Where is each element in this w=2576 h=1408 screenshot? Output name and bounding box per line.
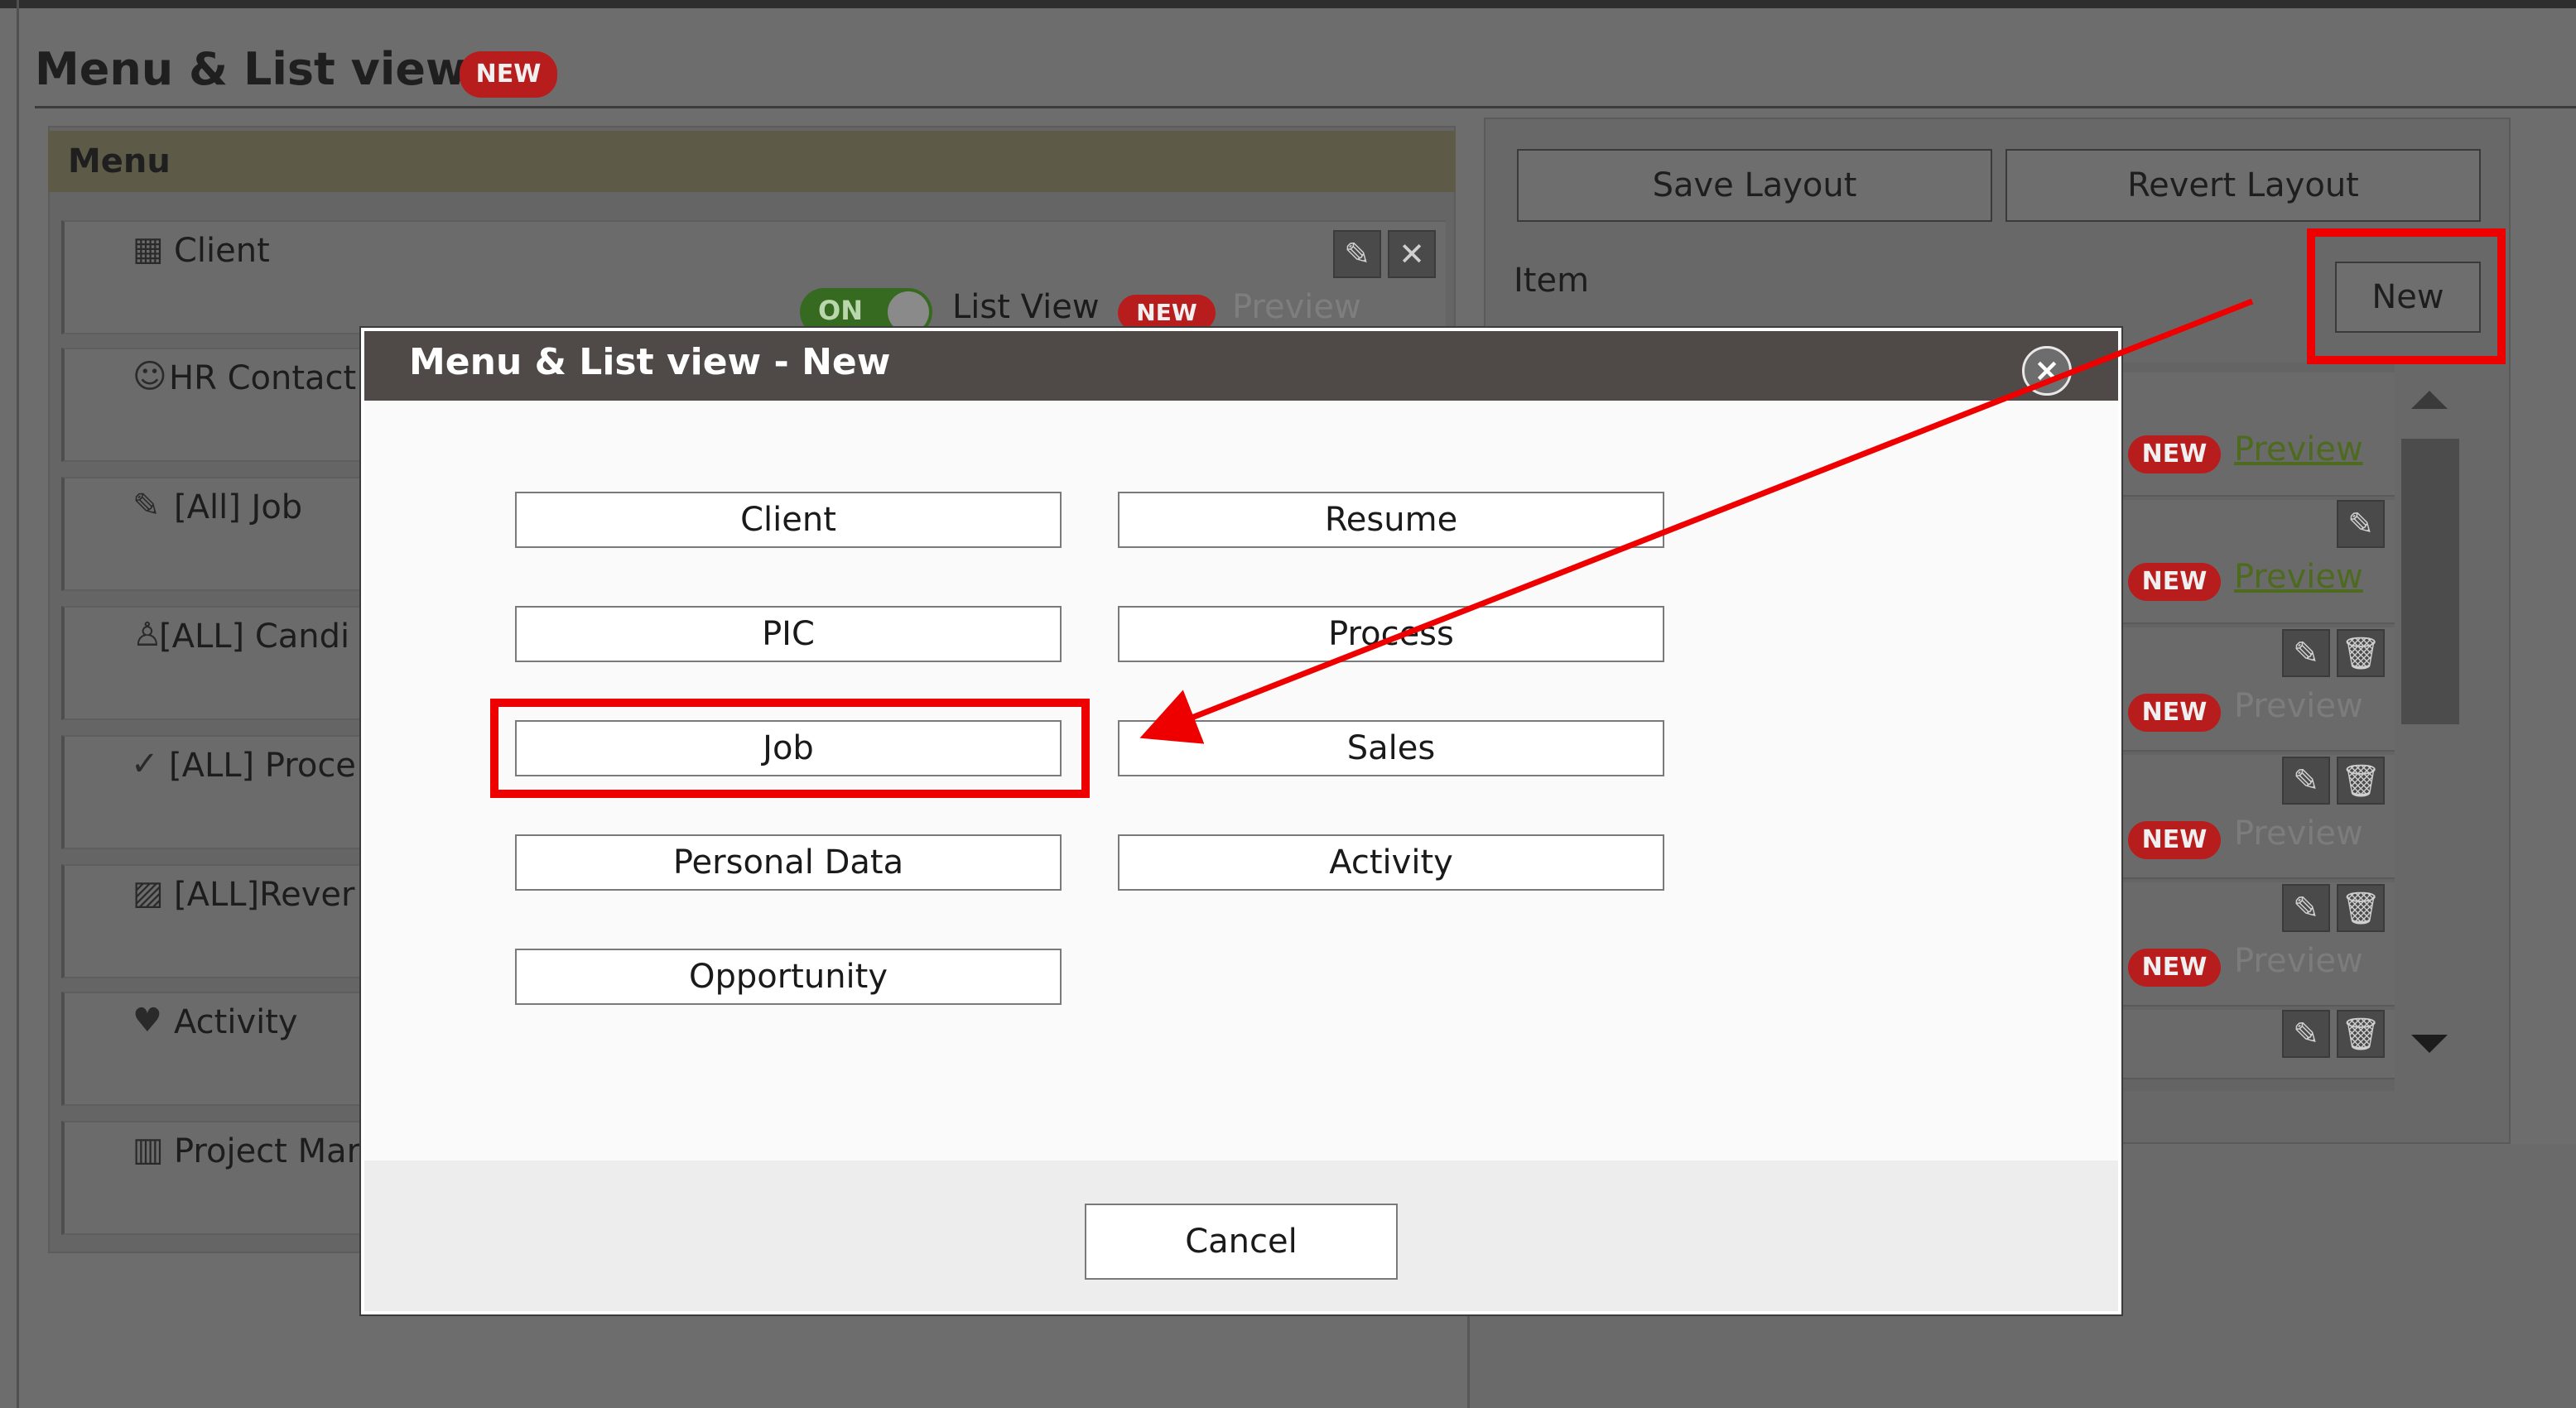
dialog-title: Menu & List view - New [409,341,891,383]
edit-icon[interactable]: ✎ [2337,500,2385,548]
menu-item-label: [ALL]Rever [174,876,355,914]
edit-icon[interactable]: ✎ [2282,629,2330,677]
edit-icon[interactable]: ✎ [2282,1010,2330,1058]
item-preview-link[interactable]: Preview [2234,430,2363,469]
title-new-badge: NEW [460,51,557,98]
note-icon: ✎ [132,487,161,525]
window-top-bar [0,0,2576,8]
page-title: Menu & List view [35,43,467,95]
edit-icon[interactable]: ✎ [2282,757,2330,805]
menu-item-label: Client [174,232,270,270]
menu-item-label: [ALL] Candi [159,618,350,656]
trash-icon[interactable]: 🗑 [2337,1010,2385,1058]
building-icon: ▦ [132,230,164,268]
toggle-state-text: ON [818,295,863,326]
option-sales-button[interactable]: Sales [1118,720,1664,776]
close-icon[interactable]: × [2022,346,2072,396]
trash-icon[interactable]: 🗑 [2337,757,2385,805]
cancel-button[interactable]: Cancel [1085,1204,1398,1280]
list-view-label: List View [952,288,1100,326]
title-divider [35,106,2576,108]
edit-icon[interactable]: ✎ [2282,884,2330,932]
option-personal-data-button[interactable]: Personal Data [515,834,1062,891]
item-label: Item [1514,262,1590,300]
item-preview-link[interactable]: Preview [2234,558,2363,596]
item-preview-link[interactable]: Preview [2234,687,2363,725]
option-opportunity-button[interactable]: Opportunity [515,949,1062,1005]
item-new-badge: NEW [2128,435,2221,473]
scroll-down-arrow-icon[interactable] [2411,1035,2448,1053]
option-pic-button[interactable]: PIC [515,606,1062,662]
client-preview-link[interactable]: Preview [1232,288,1361,326]
scroll-up-arrow-icon[interactable] [2411,391,2448,409]
item-new-badge: NEW [2128,563,2221,601]
close-icon[interactable]: ✕ [1388,230,1436,278]
chart-icon: ▨ [132,874,164,912]
option-activity-button[interactable]: Activity [1118,834,1664,891]
item-new-badge: NEW [2128,694,2221,732]
revert-layout-button[interactable]: Revert Layout [2005,149,2481,222]
highlight-new-button [2307,228,2506,364]
item-new-badge: NEW [2128,821,2221,859]
scrollbar[interactable] [2401,439,2459,724]
menu-item-label: Project Mar [174,1132,361,1170]
candidate-icon: ♙ [132,616,162,654]
handshake-icon: ♥ [132,1002,162,1040]
list-view-new-badge: NEW [1118,295,1216,331]
option-client-button[interactable]: Client [515,492,1062,548]
menu-item-label: Activity [174,1003,298,1041]
menu-item-label: [All] Job [174,488,303,526]
item-preview-link[interactable]: Preview [2234,815,2363,853]
toggle-knob [888,291,929,333]
save-layout-button[interactable]: Save Layout [1517,149,1992,222]
menu-item-label: [ALL] Proce [169,747,356,785]
person-icon: ☺ [132,358,167,396]
item-new-badge: NEW [2128,949,2221,987]
item-preview-link[interactable]: Preview [2234,942,2363,980]
left-frame-border [17,0,19,1408]
trash-icon[interactable]: 🗑 [2337,884,2385,932]
check-icon: ✓ [131,745,159,783]
menu-item-label: HR Contact [169,359,357,397]
bar-chart-icon: ▥ [132,1131,164,1169]
trash-icon[interactable]: 🗑 [2337,629,2385,677]
menu-header: Menu [48,131,1456,192]
highlight-job-option [490,699,1090,798]
option-resume-button[interactable]: Resume [1118,492,1664,548]
option-process-button[interactable]: Process [1118,606,1664,662]
edit-icon[interactable]: ✎ [1333,230,1381,278]
